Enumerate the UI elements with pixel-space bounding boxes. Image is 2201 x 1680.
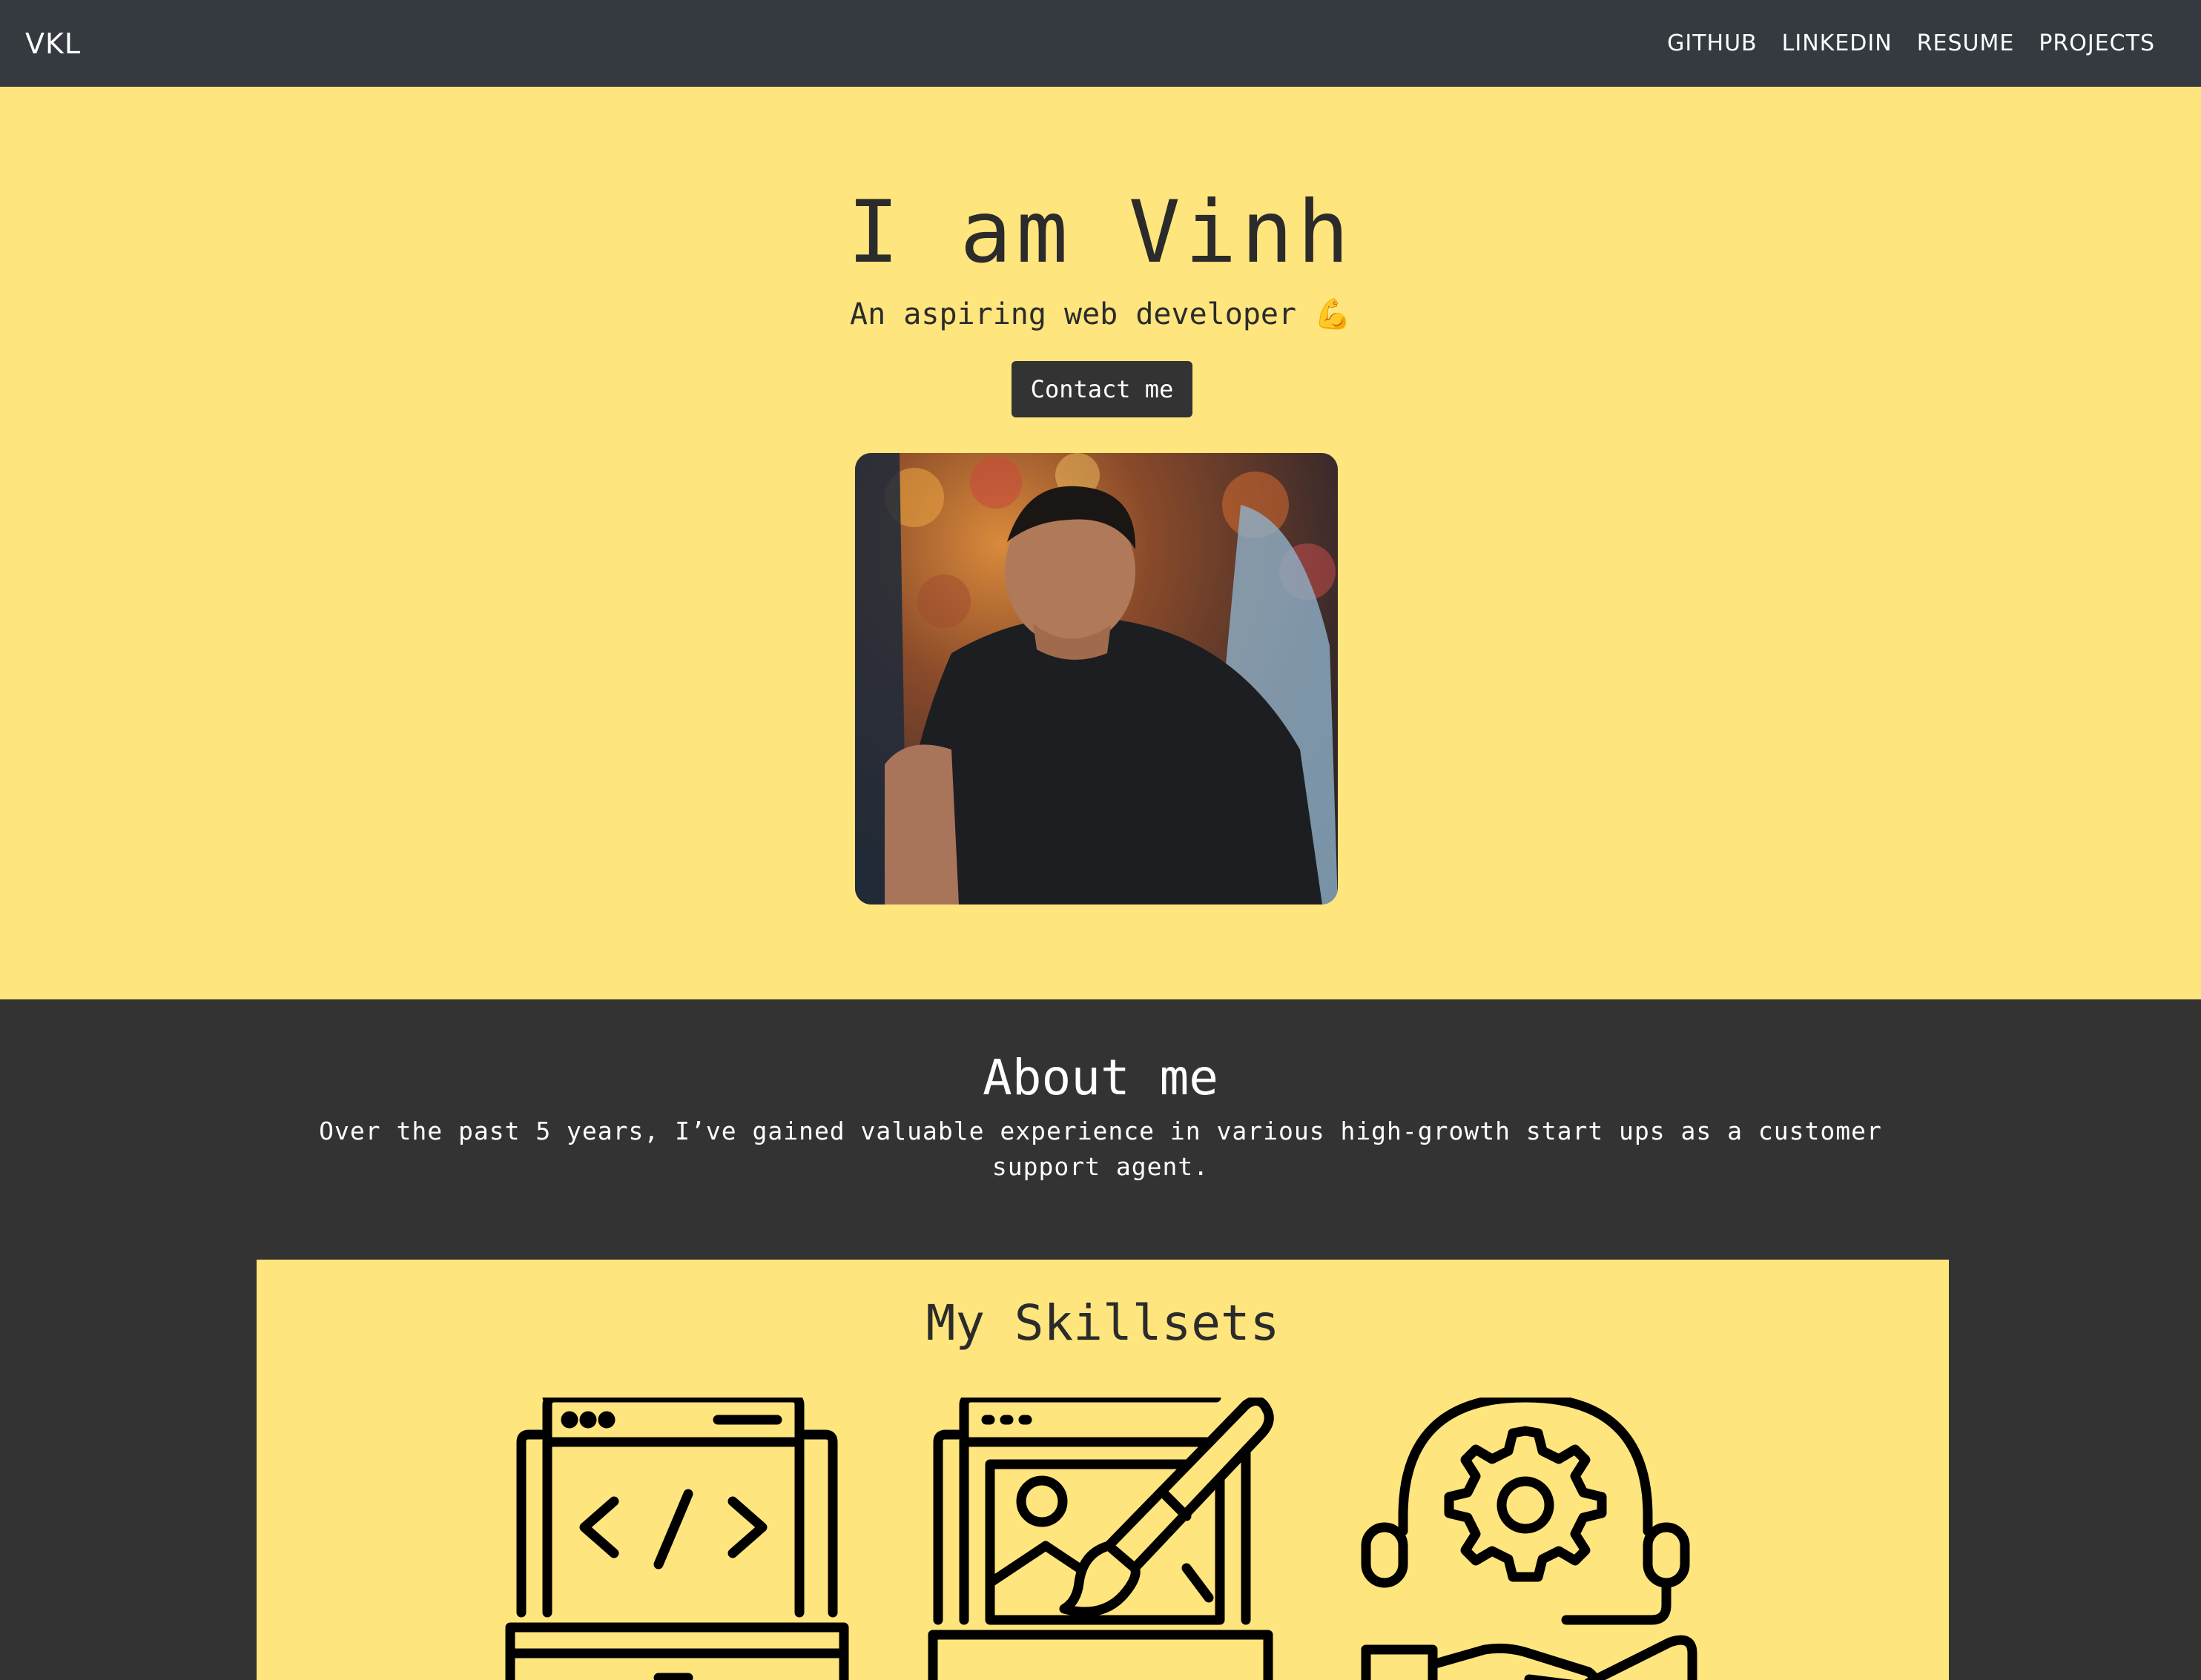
brand-logo[interactable]: VKL <box>25 27 81 60</box>
nav-link-resume[interactable]: RESUME <box>1917 30 2015 56</box>
nav-link-projects[interactable]: PROJECTS <box>2039 30 2155 56</box>
nav-link-linkedin[interactable]: LINKEDIN <box>1782 30 1893 56</box>
hero-section: I am Vinh An aspiring web developer 💪 Co… <box>0 87 2201 999</box>
about-title: About me <box>983 1049 1218 1106</box>
skills-section: My Skillsets <box>257 1260 1949 1680</box>
support-headset-icon <box>1361 1398 1697 1680</box>
nav-links: GITHUB LINKEDIN RESUME PROJECTS <box>1643 30 2155 56</box>
about-text: Over the past 5 years, I’ve gained valua… <box>319 1117 1882 1181</box>
design-laptop-icon <box>928 1398 1274 1680</box>
code-laptop-icon <box>505 1398 849 1680</box>
contact-button[interactable]: Contact me <box>1012 361 1192 417</box>
navbar: VKL GITHUB LINKEDIN RESUME PROJECTS <box>0 0 2201 87</box>
profile-photo <box>855 453 1338 905</box>
hero-title: I am Vinh <box>847 182 1354 282</box>
skills-title: My Skillsets <box>925 1294 1280 1352</box>
nav-link-github[interactable]: GITHUB <box>1667 30 1758 56</box>
hero-subtitle: An aspiring web developer 💪 <box>850 297 1351 331</box>
